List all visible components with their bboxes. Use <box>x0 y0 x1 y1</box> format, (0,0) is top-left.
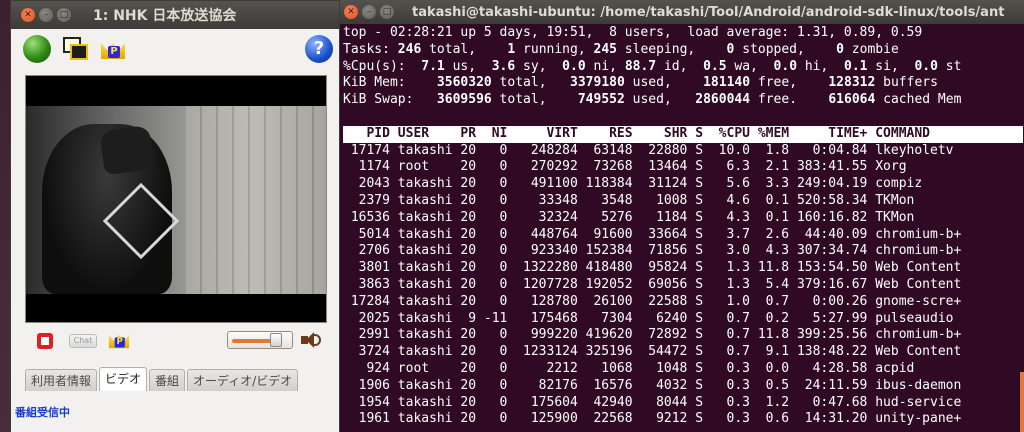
process-row: 2025 takashi 9 -11 175468 7304 6240 S 0.… <box>343 310 962 326</box>
process-row: 17284 takashi 20 0 128780 26100 22588 S … <box>343 293 962 309</box>
process-row: 5014 takashi 20 0 448764 91600 33664 S 3… <box>343 226 962 242</box>
tv-window-titlebar[interactable]: ✕ – □ 1: NHK 日本放送協会 <box>11 1 339 29</box>
volume-knob[interactable] <box>270 333 282 347</box>
top-swap-line: KiB Swap: 3609596 total, 749552 used, 28… <box>343 92 962 108</box>
crown-p-icon[interactable]: P <box>99 35 127 61</box>
top-tasks-line: Tasks: 246 total, 1 running, 245 sleepin… <box>343 41 899 57</box>
close-icon[interactable]: ✕ <box>21 8 35 22</box>
maximize-icon[interactable]: □ <box>380 5 394 19</box>
process-row: 1961 takashi 20 0 125900 22568 9212 S 0.… <box>343 411 962 427</box>
process-row: 2706 takashi 20 0 923340 152384 71856 S … <box>343 243 962 259</box>
tv-player-window: ✕ – □ 1: NHK 日本放送協会 P ? Chat P 利用者情報 ビデオ… <box>10 0 340 432</box>
scrollbar-indicator[interactable] <box>1020 372 1024 432</box>
process-row: 3863 takashi 20 0 1207728 192052 69056 S… <box>343 276 962 292</box>
process-table: 17174 takashi 20 0 248284 63148 22880 S … <box>343 143 1023 429</box>
terminal-window[interactable]: ✕ – □ takashi@takashi-ubuntu: /home/taka… <box>340 0 1024 432</box>
window-mode-icon[interactable] <box>61 35 89 63</box>
process-row: 17174 takashi 20 0 248284 63148 22880 S … <box>343 142 962 158</box>
top-cpu-line: %Cpu(s): 7.1 us, 3.6 sy, 0.0 ni, 88.7 id… <box>343 58 962 74</box>
close-icon[interactable]: ✕ <box>344 5 358 19</box>
stop-button[interactable] <box>37 333 53 349</box>
process-row: 2379 takashi 20 0 33348 3548 1008 S 4.6 … <box>343 192 962 208</box>
connect-status-icon[interactable] <box>23 35 51 63</box>
process-row: 3724 takashi 20 0 1233124 325196 54472 S… <box>343 344 962 360</box>
process-row: 3801 takashi 20 0 1322280 418480 95824 S… <box>343 260 962 276</box>
maximize-icon[interactable]: □ <box>57 8 71 22</box>
process-row: 16536 takashi 20 0 32324 5276 1184 S 4.3… <box>343 209 962 225</box>
process-row: 2043 takashi 20 0 491100 118384 31124 S … <box>343 176 962 192</box>
tab-audio-video[interactable]: オーディオ/ビデオ <box>187 369 299 391</box>
tab-video[interactable]: ビデオ <box>99 367 148 391</box>
top-uptime-line: top - 02:28:21 up 5 days, 19:51, 8 users… <box>343 25 923 40</box>
process-row: 1906 takashi 20 0 82176 16576 4032 S 0.3… <box>343 377 962 393</box>
tv-window-title: 1: NHK 日本放送協会 <box>93 8 237 24</box>
process-row: 924 root 20 0 2212 1068 1048 S 0.3 0.0 4… <box>343 360 962 376</box>
video-display[interactable] <box>25 75 327 323</box>
tv-toolbar: P ? <box>11 31 339 67</box>
terminal-title: takashi@takashi-ubuntu: /home/takashi/To… <box>412 4 1005 20</box>
top-output: top - 02:28:21 up 5 days, 19:51, 8 users… <box>343 25 1023 428</box>
speaker-icon[interactable] <box>301 331 321 349</box>
process-row: 1174 root 20 0 270292 73268 13464 S 6.3 … <box>343 159 962 175</box>
volume-slider[interactable] <box>227 331 293 349</box>
terminal-titlebar[interactable]: ✕ – □ takashi@takashi-ubuntu: /home/taka… <box>340 0 1024 24</box>
top-mem-line: KiB Mem: 3560320 total, 3379180 used, 18… <box>343 75 938 91</box>
minimize-icon[interactable]: – <box>362 5 376 19</box>
help-icon[interactable]: ? <box>305 35 333 63</box>
tab-program[interactable]: 番組 <box>149 369 186 391</box>
reception-status: 番組受信中 <box>15 406 70 419</box>
video-frame <box>26 106 326 294</box>
tv-tabbar: 利用者情報 ビデオ 番組 オーディオ/ビデオ <box>25 367 327 393</box>
process-row: 1954 takashi 20 0 175604 42940 8044 S 0.… <box>343 394 962 410</box>
process-table-header: PID USER PR NI VIRT RES SHR S %CPU %MEM … <box>343 125 1023 143</box>
crown-p-small-icon[interactable]: P <box>107 328 131 350</box>
tab-user-info[interactable]: 利用者情報 <box>25 369 98 391</box>
minimize-icon[interactable]: – <box>39 8 53 22</box>
chat-button[interactable]: Chat <box>69 334 97 348</box>
process-row: 2991 takashi 20 0 999220 419620 72892 S … <box>343 327 962 343</box>
